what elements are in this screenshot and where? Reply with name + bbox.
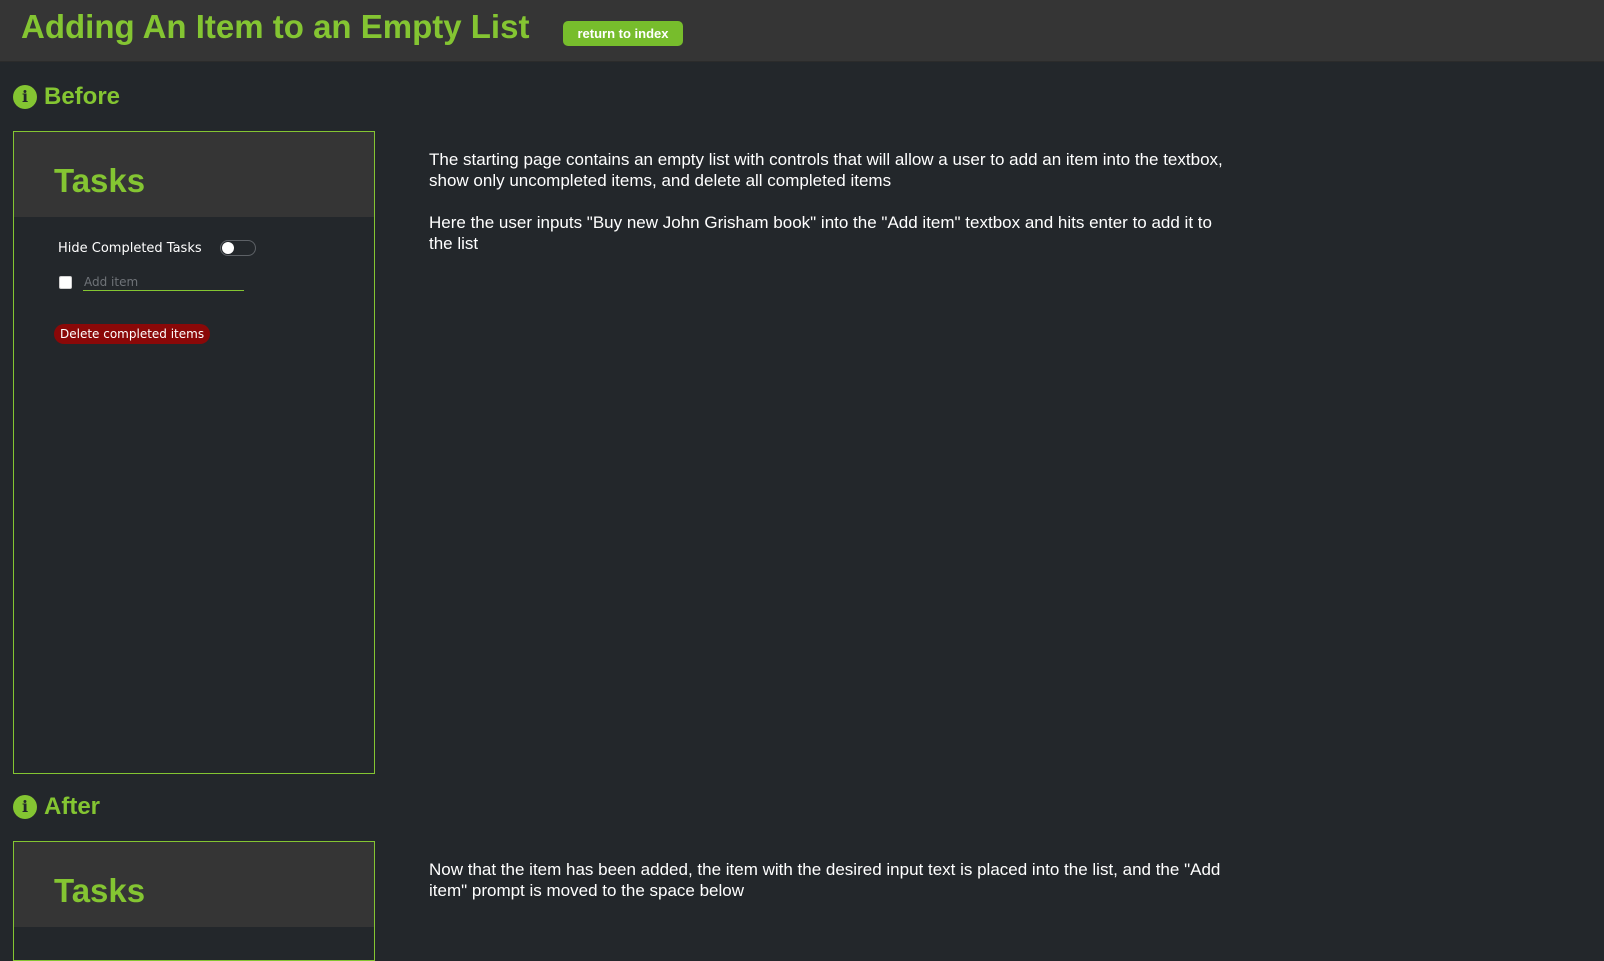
add-item-checkbox[interactable]: [59, 275, 72, 289]
info-icon: i: [13, 85, 37, 109]
add-item-row: [59, 273, 244, 291]
toggle-knob: [221, 242, 234, 254]
section-label: Before: [44, 83, 121, 110]
panel-title: Tasks: [54, 162, 146, 199]
page-title: Adding An Item to an Empty List: [21, 8, 530, 45]
before-description-2: Here the user inputs "Buy new John Grish…: [429, 213, 1212, 253]
section-heading-after: i After: [13, 793, 100, 821]
before-description-1: The starting page contains an empty list…: [429, 150, 1223, 190]
hide-completed-toggle[interactable]: [219, 240, 256, 256]
hide-completed-row: Hide Completed Tasks: [58, 240, 256, 256]
add-item-input[interactable]: [83, 273, 244, 291]
panel-title: Tasks: [54, 872, 146, 909]
section-heading-before: i Before: [13, 83, 120, 111]
after-description: Now that the item has been added, the it…: [429, 860, 1221, 900]
hide-completed-label: Hide Completed Tasks: [58, 240, 202, 256]
delete-completed-button[interactable]: Delete completed items: [54, 324, 211, 344]
before-demo-panel: Tasks Hide Completed Tasks Delete comple…: [13, 131, 375, 774]
section-label: After: [44, 793, 101, 820]
return-to-index-button[interactable]: return to index: [563, 21, 683, 46]
info-icon: i: [13, 795, 37, 819]
top-bar: Adding An Item to an Empty List return t…: [0, 0, 1604, 62]
after-demo-panel: Tasks: [13, 841, 375, 961]
panel-header: Tasks: [14, 132, 374, 217]
panel-header: Tasks: [14, 842, 374, 927]
